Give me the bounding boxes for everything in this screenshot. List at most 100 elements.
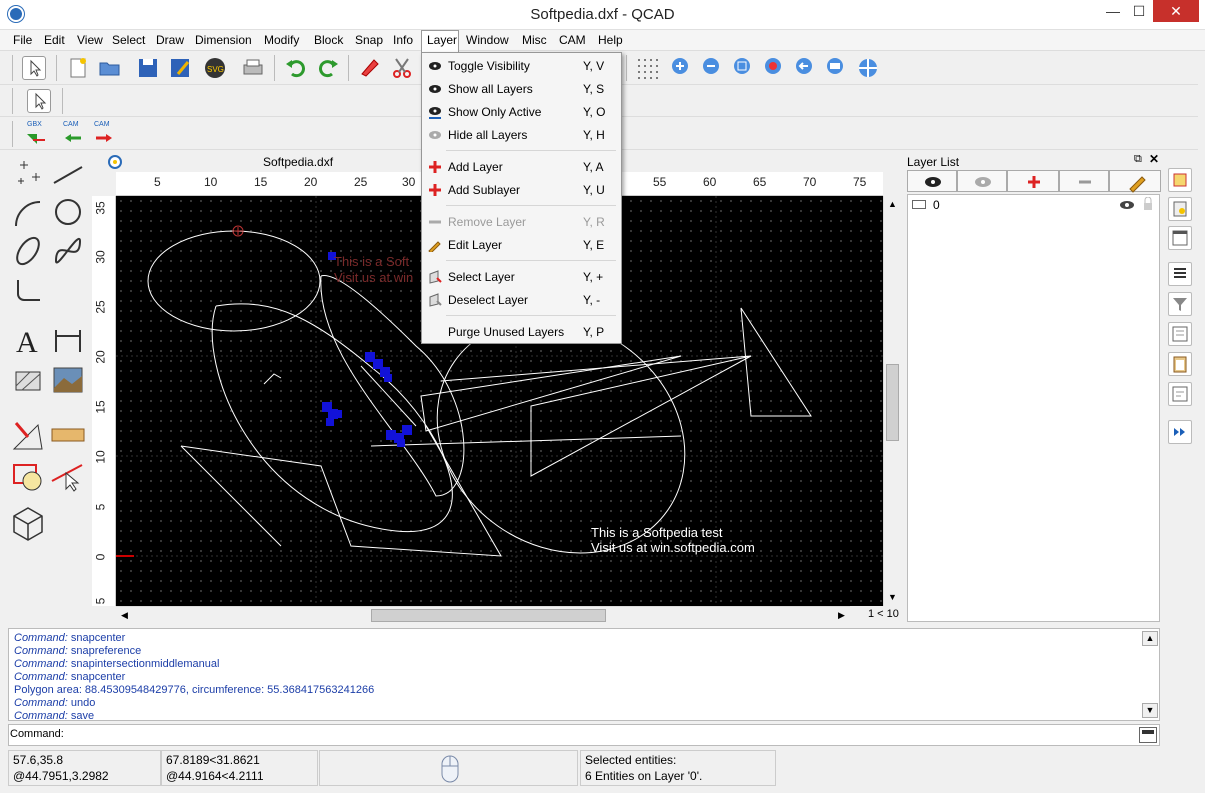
menu-dimension[interactable]: Dimension — [195, 33, 252, 47]
menu-help[interactable]: Help — [598, 33, 623, 47]
command-history-toggle-icon[interactable] — [1139, 727, 1157, 743]
scroll-left-icon[interactable]: ◀ — [116, 607, 133, 624]
arc-tool-button[interactable] — [8, 192, 48, 232]
export-svg-button[interactable]: SVG — [203, 56, 227, 80]
menu-item-deselect-layer[interactable]: Deselect Layer Y, - — [422, 289, 621, 311]
toolbar-panel-button[interactable] — [1168, 322, 1192, 346]
circle-tool-button[interactable] — [48, 192, 88, 232]
layer-row[interactable]: 0 — [908, 196, 1159, 214]
menu-info[interactable]: Info — [393, 33, 413, 47]
menu-item-add-layer[interactable]: Add Layer Y, A — [422, 156, 621, 178]
measure-tool-button[interactable] — [8, 415, 48, 455]
command-input[interactable] — [65, 726, 1135, 744]
text-tool-button[interactable]: A — [8, 320, 48, 360]
save-button[interactable] — [136, 56, 160, 80]
block-tool-button[interactable] — [8, 455, 48, 495]
text-entity[interactable]: This is a Softpedia test — [591, 525, 723, 540]
pointer-tool-button[interactable] — [22, 56, 46, 80]
zoom-auto-button[interactable] — [732, 56, 756, 80]
close-panel-icon[interactable]: ✕ — [1149, 152, 1159, 166]
menu-window[interactable]: Window — [466, 33, 509, 47]
menu-item-show-only-active[interactable]: Show Only Active Y, O — [422, 101, 621, 123]
command-line-button[interactable] — [1168, 382, 1192, 406]
history-scroll-down-icon[interactable]: ▼ — [1142, 703, 1158, 718]
triangle-entity[interactable] — [740, 307, 812, 417]
point-tool-button[interactable] — [8, 153, 48, 193]
open-file-button[interactable] — [98, 56, 122, 80]
new-file-button[interactable] — [66, 56, 90, 80]
menu-item-edit-layer[interactable]: Edit Layer Y, E — [422, 234, 621, 256]
menu-item-select-layer[interactable]: Select Layer Y, + — [422, 266, 621, 288]
remove-layer-button[interactable] — [1059, 170, 1109, 192]
edit-layer-button[interactable] — [1109, 170, 1161, 193]
eye-icon[interactable] — [1118, 198, 1136, 212]
clipboard-button[interactable] — [1168, 352, 1192, 376]
hatch-tool-button[interactable] — [8, 360, 48, 400]
save-as-button[interactable] — [168, 56, 192, 80]
polygon-entity[interactable] — [180, 425, 502, 557]
menu-edit[interactable]: Edit — [44, 33, 65, 47]
zoom-out-button[interactable] — [701, 56, 725, 80]
selection-filter-button[interactable] — [1168, 292, 1192, 316]
menu-draw[interactable]: Draw — [156, 33, 184, 47]
redo-button[interactable] — [316, 56, 340, 80]
zoom-window-button[interactable] — [825, 56, 849, 80]
menu-view[interactable]: View — [77, 33, 103, 47]
menu-file[interactable]: File — [13, 33, 32, 47]
line-tool-button[interactable] — [48, 153, 88, 193]
close-button[interactable]: ✕ — [1153, 0, 1199, 22]
scroll-thumb[interactable] — [886, 364, 899, 441]
show-all-layers-button[interactable] — [907, 170, 957, 192]
scroll-right-icon[interactable]: ▶ — [833, 607, 850, 624]
menu-misc[interactable]: Misc — [522, 33, 547, 47]
text-entity[interactable]: Visit us at win.softpedia.com — [591, 540, 755, 555]
zoom-selection-button[interactable] — [763, 56, 787, 80]
maximize-button[interactable]: ☐ — [1124, 0, 1154, 22]
ruler-tool-button[interactable] — [48, 415, 88, 455]
select-entity-button[interactable] — [27, 89, 51, 113]
hide-all-layers-button[interactable] — [957, 170, 1007, 192]
arc-entity[interactable] — [263, 373, 282, 385]
menu-item-purge-unused-layers[interactable]: Purge Unused Layers Y, P — [422, 321, 621, 343]
zoom-previous-button[interactable] — [794, 56, 818, 80]
forward-panel-button[interactable] — [1168, 420, 1192, 444]
menu-select[interactable]: Select — [112, 33, 145, 47]
property-editor-button[interactable] — [1168, 262, 1192, 286]
cut-button[interactable] — [390, 56, 414, 80]
menu-layer[interactable]: Layer — [427, 33, 457, 47]
menu-item-hide-all-layers[interactable]: Hide all Layers Y, H — [422, 124, 621, 146]
zoom-in-button[interactable] — [670, 56, 694, 80]
scroll-down-icon[interactable]: ▼ — [884, 589, 901, 606]
menu-item-show-all-layers[interactable]: Show all Layers Y, S — [422, 78, 621, 100]
menu-item-add-sublayer[interactable]: Add Sublayer Y, U — [422, 179, 621, 201]
scroll-thumb[interactable] — [371, 609, 606, 622]
menu-cam[interactable]: CAM — [559, 33, 586, 47]
image-tool-button[interactable] — [48, 360, 88, 400]
cam-import-button[interactable]: CAM — [61, 121, 85, 146]
polyline-tool-button[interactable] — [8, 270, 48, 310]
view-list-button[interactable] — [1168, 226, 1192, 250]
lock-icon[interactable] — [1142, 197, 1154, 211]
line-entity[interactable] — [440, 355, 752, 382]
dimension-tool-button[interactable] — [48, 320, 88, 360]
gbx-import-button[interactable]: GBX — [23, 121, 47, 146]
library-browser-button[interactable] — [1168, 197, 1192, 221]
line-entity[interactable] — [180, 445, 282, 547]
ellipse-entity[interactable] — [147, 230, 321, 332]
cam-export-button[interactable]: CAM — [92, 121, 116, 146]
history-scroll-up-icon[interactable]: ▲ — [1142, 631, 1158, 646]
zoom-pan-button[interactable] — [856, 56, 880, 80]
horizontal-scrollbar[interactable]: ◀ ▶ — [116, 606, 850, 623]
menu-item-toggle-visibility[interactable]: Toggle Visibility Y, V — [422, 55, 621, 77]
3d-tool-button[interactable] — [8, 502, 48, 542]
menu-modify[interactable]: Modify — [264, 33, 299, 47]
spline-tool-button[interactable] — [48, 231, 88, 271]
delete-button[interactable] — [358, 56, 382, 80]
float-panel-icon[interactable]: ⧉ — [1134, 153, 1142, 166]
grid-toggle-button[interactable] — [635, 56, 659, 80]
line-entity[interactable] — [370, 435, 682, 447]
ellipse-tool-button[interactable] — [8, 231, 48, 271]
menu-snap[interactable]: Snap — [355, 33, 383, 47]
add-layer-button[interactable] — [1007, 170, 1059, 192]
scroll-up-icon[interactable]: ▲ — [884, 196, 901, 213]
